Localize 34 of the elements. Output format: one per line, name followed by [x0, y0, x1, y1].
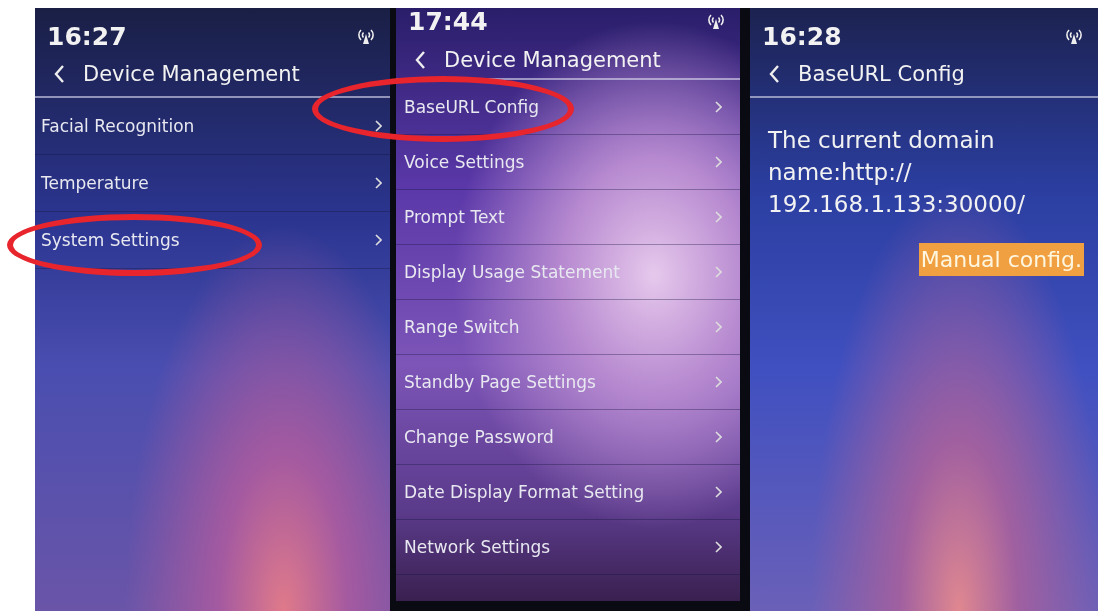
- menu-item[interactable]: Range Switch: [396, 300, 740, 355]
- screen-title: Device Management: [444, 48, 661, 72]
- menu-item[interactable]: Prompt Text: [396, 190, 740, 245]
- screen-title: BaseURL Config: [798, 62, 965, 86]
- chevron-icon: [715, 156, 722, 168]
- back-icon[interactable]: [768, 64, 780, 84]
- menu-item[interactable]: Change Password: [396, 410, 740, 465]
- clock-time: 17:44: [408, 6, 488, 36]
- antenna-signal-icon: [1064, 27, 1084, 45]
- chevron-icon: [715, 321, 722, 333]
- chevron-icon: [715, 266, 722, 278]
- domain-message: The current domain name:http:// 192.168.1.133:30000/: [768, 126, 1026, 220]
- chevron-icon: [375, 177, 382, 189]
- menu-item[interactable]: Standby Page Settings: [396, 355, 740, 410]
- chevron-icon: [375, 120, 382, 132]
- antenna-signal-icon: [356, 27, 376, 45]
- chevron-icon: [715, 486, 722, 498]
- back-icon[interactable]: [53, 64, 65, 84]
- clock-time: 16:28: [762, 21, 842, 51]
- menu-item[interactable]: BaseURL Config: [396, 80, 740, 135]
- chevron-icon: [715, 431, 722, 443]
- back-icon[interactable]: [414, 50, 426, 70]
- menu-item[interactable]: Voice Settings: [396, 135, 740, 190]
- screen-title: Device Management: [83, 62, 300, 86]
- clock-time: 16:27: [47, 21, 127, 51]
- menu-item[interactable]: Network Settings: [396, 520, 740, 575]
- chevron-icon: [375, 234, 382, 246]
- menu-item[interactable]: Display Usage Statement: [396, 245, 740, 300]
- chevron-icon: [715, 211, 722, 223]
- chevron-icon: [715, 101, 722, 113]
- antenna-signal-icon: [706, 12, 726, 30]
- menu-item[interactable]: Date Display Format Setting: [396, 465, 740, 520]
- chevron-icon: [715, 376, 722, 388]
- chevron-icon: [715, 541, 722, 553]
